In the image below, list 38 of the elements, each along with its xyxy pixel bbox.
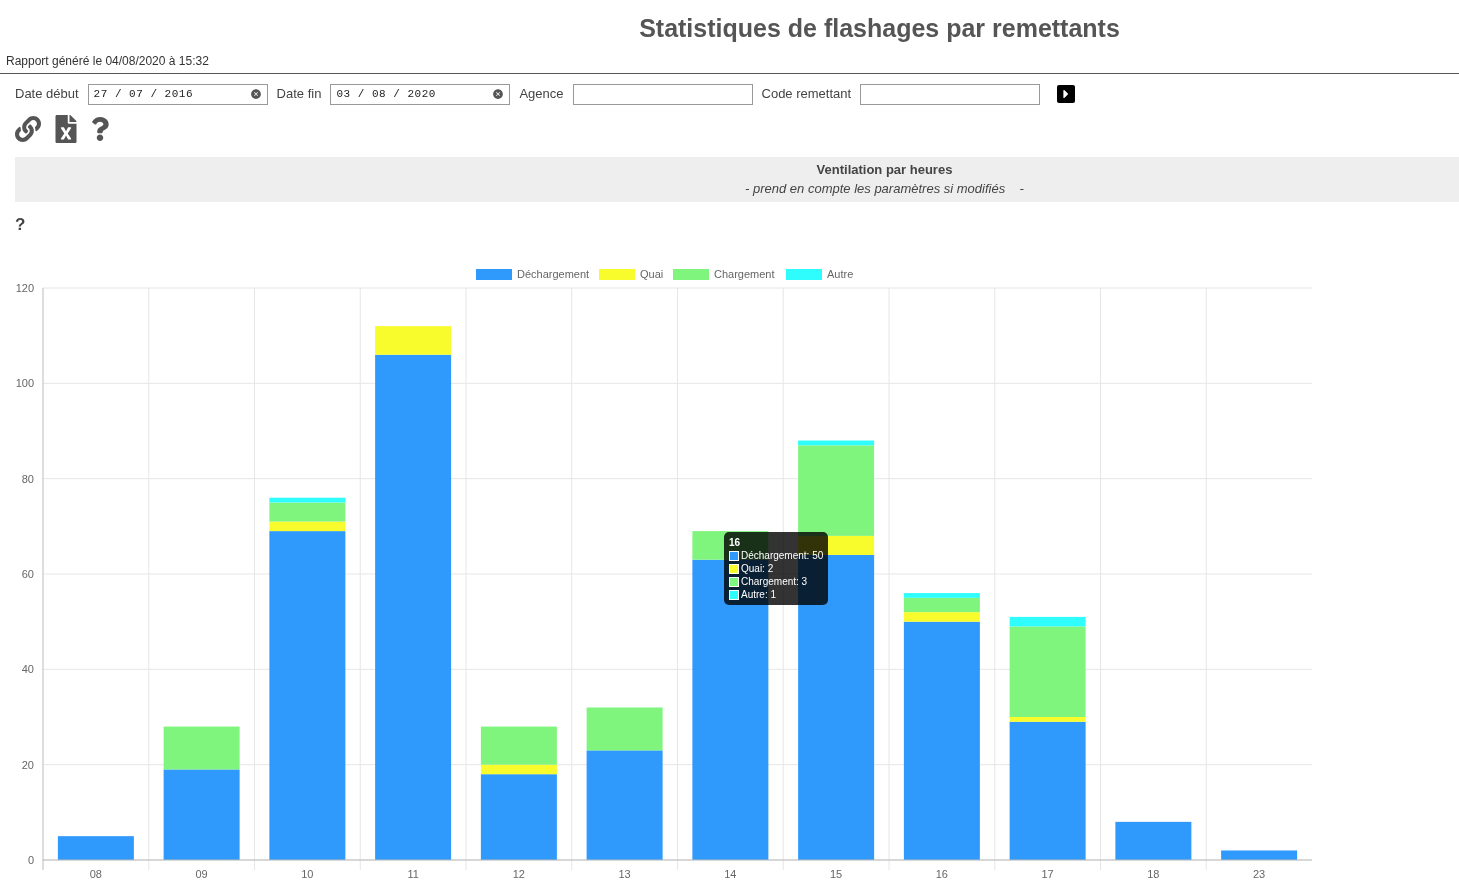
- y-tick-label: 100: [15, 377, 34, 390]
- y-tick-label: 40: [21, 663, 34, 676]
- report-info: Rapport généré le 04/08/2020 à 15:32: [6, 53, 209, 68]
- x-tick-label: 13: [618, 868, 631, 880]
- x-tick-label: 16: [935, 868, 948, 880]
- page-title: Statistiques de flashages par remettants: [639, 13, 1120, 44]
- tooltip-line: Déchargement: 50: [741, 549, 824, 562]
- filter-label: Date fin: [276, 85, 322, 104]
- date-value: 03 / 08 / 2020: [336, 86, 436, 102]
- section-title: Ventilation par heures: [816, 160, 953, 179]
- x-tick-label: 08: [89, 868, 102, 880]
- x-tick-label: 09: [195, 868, 208, 880]
- tooltip-line: Quai: 2: [741, 562, 774, 575]
- x-tick-label: 14: [724, 868, 737, 880]
- legend-label: Déchargement: [517, 268, 590, 280]
- x-tick-label: 18: [1147, 868, 1160, 880]
- y-tick-label: 60: [21, 568, 34, 580]
- x-tick-label: 15: [830, 868, 843, 880]
- x-tick-label: 12: [512, 868, 525, 880]
- x-tick-label: 11: [407, 868, 419, 880]
- tooltip-title: 16: [729, 536, 742, 549]
- filter-label: Date début: [15, 85, 79, 104]
- filter-label: Code remettant: [761, 85, 852, 104]
- x-tick-label: 23: [1253, 868, 1266, 880]
- x-tick-label: 17: [1041, 868, 1054, 880]
- tooltip-line: Chargement: 3: [741, 575, 808, 588]
- legend-label: Quai: [640, 268, 664, 280]
- legend-label: Chargement: [714, 268, 775, 280]
- legend-label: Autre: [827, 268, 854, 280]
- date-value: 27 / 07 / 2016: [93, 86, 194, 102]
- filter-label: Agence: [519, 85, 564, 104]
- y-tick-label: 20: [21, 758, 34, 771]
- y-tick-label: 120: [15, 282, 34, 294]
- tooltip-line: Autre: 1: [741, 588, 777, 601]
- section-subtitle: - prend en compte les paramètres si modifiés -: [745, 180, 1024, 198]
- y-tick-label: 0: [27, 854, 34, 866]
- y-tick-label: 80: [21, 472, 34, 485]
- x-tick-label: 10: [301, 868, 314, 880]
